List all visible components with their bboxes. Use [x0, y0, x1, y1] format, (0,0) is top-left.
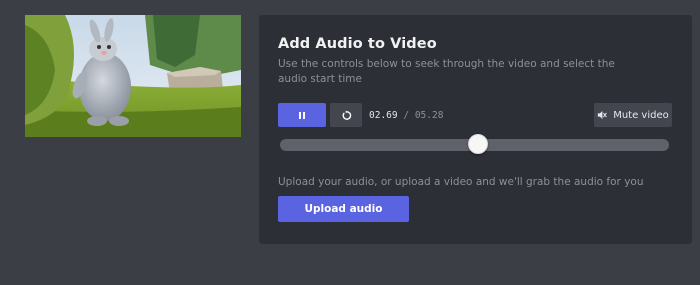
page: Add Audio to Video Use the controls belo… — [0, 0, 700, 285]
seek-thumb[interactable] — [468, 134, 489, 154]
mute-video-button[interactable]: Mute video — [594, 103, 672, 127]
video-frame-image — [25, 15, 241, 137]
upload-audio-button[interactable]: Upload audio — [278, 196, 409, 222]
pause-icon — [299, 111, 305, 119]
video-preview[interactable] — [25, 15, 241, 137]
current-time: 02.69 — [369, 110, 398, 121]
speaker-muted-icon — [598, 111, 607, 119]
add-audio-panel: Add Audio to Video Use the controls belo… — [259, 15, 692, 244]
restart-icon — [342, 110, 351, 120]
time-separator: / — [403, 110, 410, 121]
time-readout: 02.69 / 05.28 — [369, 110, 443, 121]
restart-button[interactable] — [330, 103, 362, 127]
pause-button[interactable] — [278, 103, 326, 127]
duration: 05.28 — [414, 110, 444, 121]
upload-hint: Upload your audio, or upload a video and… — [278, 176, 644, 188]
panel-description: Use the controls below to seek through t… — [278, 58, 615, 85]
panel-title: Add Audio to Video — [278, 36, 437, 52]
mute-video-label: Mute video — [613, 109, 669, 121]
